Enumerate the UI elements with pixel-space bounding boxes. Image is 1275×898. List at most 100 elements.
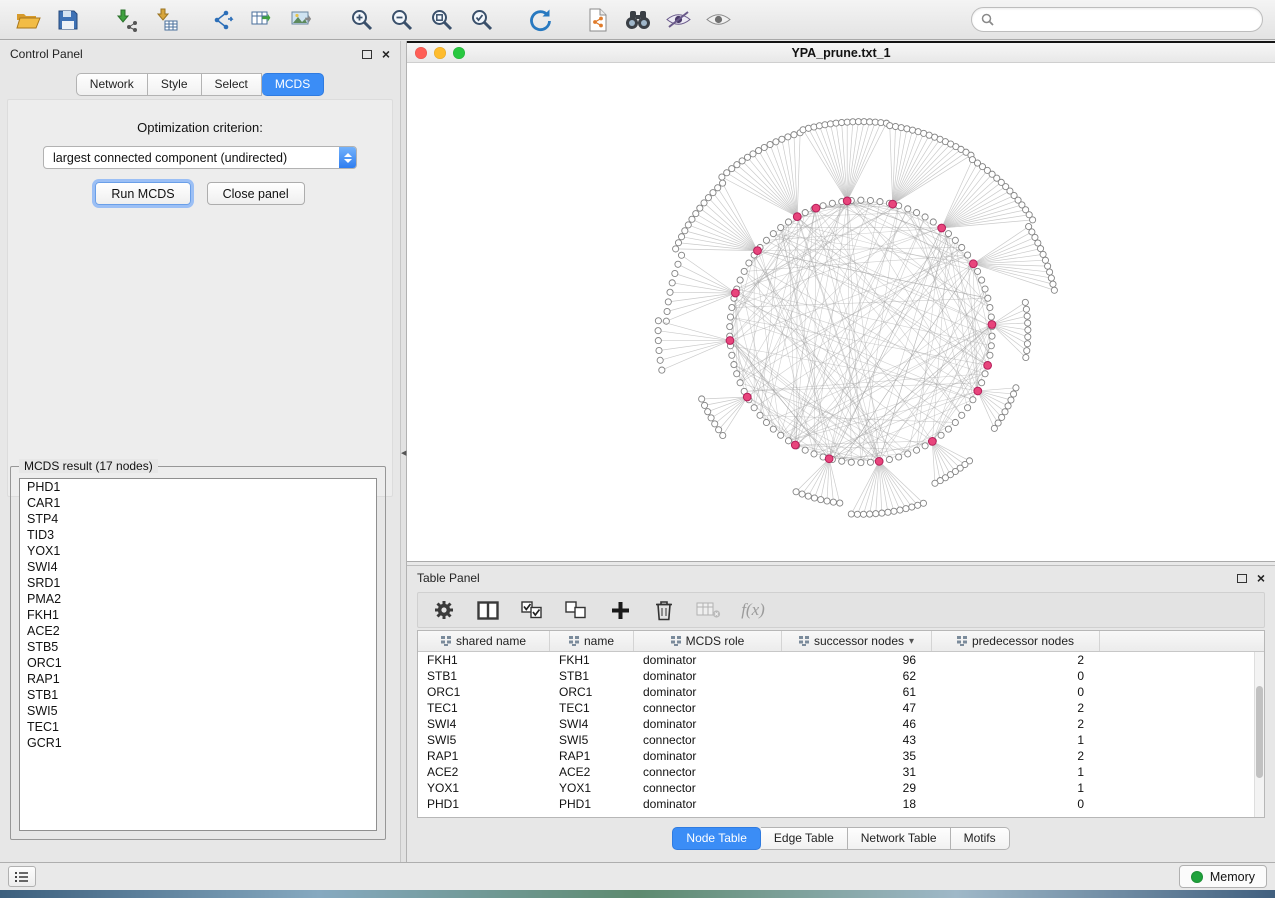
result-list-item[interactable]: PMA2 [20,591,376,607]
result-list-item[interactable]: GCR1 [20,735,376,751]
find-button[interactable] [622,5,654,35]
result-list-item[interactable]: STP4 [20,511,376,527]
result-list-item[interactable]: TEC1 [20,719,376,735]
result-list-item[interactable]: TID3 [20,527,376,543]
hide-selected-button[interactable] [662,5,694,35]
tab-mcds[interactable]: MCDS [262,73,324,96]
close-panel-icon[interactable]: × [382,49,390,59]
deselect-all-icon [565,601,587,619]
function-builder-button[interactable]: f(x) [741,597,765,623]
tab-select[interactable]: Select [202,73,262,96]
tab-style[interactable]: Style [148,73,202,96]
import-table-button[interactable] [150,5,182,35]
tab-network-table[interactable]: Network Table [848,827,951,850]
network-canvas[interactable] [407,64,1275,561]
delete-table-button[interactable] [696,597,721,623]
import-table-icon [154,8,178,32]
delete-table-icon [696,601,721,619]
tab-node-table[interactable]: Node Table [672,827,761,850]
tab-motifs[interactable]: Motifs [951,827,1010,850]
result-list-item[interactable]: CAR1 [20,495,376,511]
delete-column-button[interactable] [652,597,676,623]
tab-network[interactable]: Network [76,73,148,96]
zoom-out-button[interactable] [386,5,418,35]
result-list-item[interactable]: STB5 [20,639,376,655]
export-network-icon [212,8,236,32]
open-file-button[interactable] [12,5,44,35]
table-settings-button[interactable] [432,597,456,623]
select-all-button[interactable] [520,597,544,623]
table-row[interactable]: ORC1ORC1dominator610 [418,684,1254,700]
table-row[interactable]: TEC1TEC1connector472 [418,700,1254,716]
result-list-item[interactable]: FKH1 [20,607,376,623]
memory-button[interactable]: Memory [1179,865,1267,888]
run-mcds-button[interactable]: Run MCDS [95,182,190,205]
table-row[interactable]: RAP1RAP1dominator352 [418,748,1254,764]
zoom-fit-icon [430,8,454,32]
mcds-result-list[interactable]: PHD1CAR1STP4TID3YOX1SWI4SRD1PMA2FKH1ACE2… [19,478,377,831]
zoom-fit-button[interactable] [426,5,458,35]
export-table-button[interactable] [248,5,280,35]
search-box[interactable] [971,7,1263,32]
close-panel-button[interactable]: Close panel [207,182,305,205]
control-panel-tabs: NetworkStyleSelectMCDS [0,73,400,96]
panel-splitter[interactable]: ◀ [400,41,407,862]
result-list-item[interactable]: RAP1 [20,671,376,687]
column-header-shared-name[interactable]: shared name [418,631,550,651]
table-row[interactable]: PHD1PHD1dominator180 [418,796,1254,812]
result-list-item[interactable]: YOX1 [20,543,376,559]
column-header-name[interactable]: name [550,631,634,651]
show-columns-button[interactable] [476,597,500,623]
zoom-selected-button[interactable] [466,5,498,35]
clone-network-button[interactable] [582,5,614,35]
table-row[interactable]: STB1STB1dominator620 [418,668,1254,684]
save-session-button[interactable] [52,5,84,35]
tab-edge-table[interactable]: Edge Table [761,827,848,850]
splitter-collapse-icon[interactable]: ◀ [401,449,406,457]
table-panel-title: Table Panel [417,571,480,585]
table-scrollbar[interactable] [1254,652,1264,817]
column-header-MCDS-role[interactable]: MCDS role [634,631,782,651]
float-table-panel-icon[interactable] [1237,574,1247,583]
scrollbar-thumb[interactable] [1256,686,1263,778]
import-network-button[interactable] [110,5,142,35]
table-row[interactable]: YOX1YOX1connector291 [418,780,1254,796]
zoom-in-button[interactable] [346,5,378,35]
task-history-button[interactable] [8,866,36,887]
deselect-all-button[interactable] [564,597,588,623]
result-list-item[interactable]: SWI5 [20,703,376,719]
mcds-result-title: MCDS result (17 nodes) [19,459,158,473]
table-row[interactable]: FKH1FKH1dominator962 [418,652,1254,668]
control-panel-title: Control Panel [10,47,83,61]
result-list-item[interactable]: SRD1 [20,575,376,591]
window-zoom-icon[interactable] [453,47,465,59]
export-image-button[interactable] [288,5,320,35]
window-close-icon[interactable] [415,47,427,59]
column-header-predecessor-nodes[interactable]: predecessor nodes [932,631,1100,651]
result-list-item[interactable]: ORC1 [20,655,376,671]
optimization-criterion-select[interactable]: largest connected component (undirected) [43,146,357,169]
mcds-panel: Optimization criterion: largest connecte… [7,99,393,497]
close-table-panel-icon[interactable]: × [1257,573,1265,583]
table-row[interactable]: ACE2ACE2connector311 [418,764,1254,780]
gear-icon [433,599,455,621]
select-all-icon [521,601,543,619]
export-network-button[interactable] [208,5,240,35]
result-list-item[interactable]: SWI4 [20,559,376,575]
float-panel-icon[interactable] [362,50,372,59]
zoom-in-icon [350,8,374,32]
add-column-button[interactable] [608,597,632,623]
column-header-successor-nodes[interactable]: successor nodes▾ [782,631,932,651]
result-list-item[interactable]: ACE2 [20,623,376,639]
network-window-titlebar[interactable]: YPA_prune.txt_1 [407,43,1275,63]
result-list-item[interactable]: PHD1 [20,479,376,495]
table-row[interactable]: SWI5SWI5connector431 [418,732,1254,748]
show-all-button[interactable] [702,5,734,35]
table-row[interactable]: SWI4SWI4dominator462 [418,716,1254,732]
window-minimize-icon[interactable] [434,47,446,59]
network-view-title: YPA_prune.txt_1 [407,46,1275,60]
search-input[interactable] [1000,13,1253,27]
result-list-item[interactable]: STB1 [20,687,376,703]
mcds-result-box: MCDS result (17 nodes) PHD1CAR1STP4TID3Y… [10,466,386,840]
apply-layout-button[interactable] [524,5,556,35]
